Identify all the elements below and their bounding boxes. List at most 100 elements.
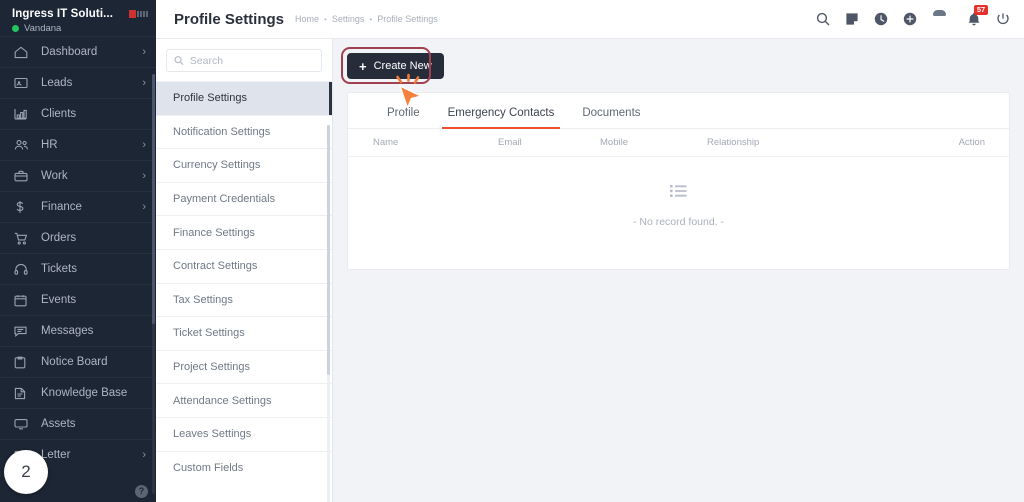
create-new-label: Create New xyxy=(373,60,432,72)
app-root: Ingress IT Soluti... Vandana Dashboard ›… xyxy=(0,0,1024,502)
settings-item-label: Profile Settings xyxy=(173,92,247,105)
sidebar-menu: Dashboard › Leads › Clients HR › Work › … xyxy=(0,36,156,502)
sidebar-item-assets[interactable]: Assets xyxy=(0,408,156,439)
sidebar-user: Vandana xyxy=(12,23,146,34)
breadcrumb-current: Profile Settings xyxy=(377,14,438,24)
tab-documents[interactable]: Documents xyxy=(568,107,654,128)
sidebar-label: Messages xyxy=(41,325,94,337)
sidebar-item-hr[interactable]: HR › xyxy=(0,129,156,160)
column-header-relationship: Relationship xyxy=(707,137,760,148)
plus-circle-icon[interactable] xyxy=(903,12,917,26)
list-icon xyxy=(670,184,687,203)
breadcrumb-settings[interactable]: Settings xyxy=(332,14,365,24)
settings-item-profile-settings[interactable]: Profile Settings xyxy=(156,81,332,115)
monitor-icon xyxy=(14,416,32,432)
clock-icon[interactable] xyxy=(874,12,888,26)
sidebar: Ingress IT Soluti... Vandana Dashboard ›… xyxy=(0,0,156,502)
sidebar-item-tickets[interactable]: Tickets xyxy=(0,253,156,284)
tab-profile[interactable]: Profile xyxy=(373,107,434,128)
settings-item-contract-settings[interactable]: Contract Settings xyxy=(156,248,332,283)
settings-item-label: Custom Fields xyxy=(173,461,244,474)
sidebar-label: Assets xyxy=(41,418,76,430)
avatar[interactable] xyxy=(932,9,952,29)
settings-scrollbar[interactable] xyxy=(327,125,330,502)
settings-item-label: Currency Settings xyxy=(173,159,261,172)
sidebar-label: Dashboard xyxy=(41,46,98,58)
settings-item-finance-settings[interactable]: Finance Settings xyxy=(156,215,332,249)
settings-item-ticket-settings[interactable]: Ticket Settings xyxy=(156,316,332,350)
search-icon[interactable] xyxy=(816,12,830,26)
settings-search-box[interactable] xyxy=(166,49,322,72)
sidebar-label: Events xyxy=(41,294,77,306)
sidebar-item-clients[interactable]: Clients xyxy=(0,98,156,129)
bar-chart-icon xyxy=(14,106,32,122)
tab-label: Profile xyxy=(387,107,420,119)
sidebar-item-orders[interactable]: Orders xyxy=(0,222,156,253)
power-icon[interactable] xyxy=(996,12,1010,26)
settings-item-label: Leaves Settings xyxy=(173,428,252,441)
user-name: Vandana xyxy=(24,23,62,34)
settings-item-notification-settings[interactable]: Notification Settings xyxy=(156,114,332,149)
settings-item-project-settings[interactable]: Project Settings xyxy=(156,349,332,384)
column-header-email: Email xyxy=(498,137,522,148)
settings-item-label: Tax Settings xyxy=(173,293,233,306)
dollar-icon xyxy=(14,199,32,215)
sidebar-label: Tickets xyxy=(41,263,77,275)
sidebar-item-events[interactable]: Events xyxy=(0,284,156,315)
chevron-right-icon: › xyxy=(142,200,146,213)
settings-item-payment-credentials[interactable]: Payment Credentials xyxy=(156,181,332,216)
emergency-contacts-card: Profile Emergency Contacts Documents Nam… xyxy=(347,92,1010,270)
sidebar-label: Orders xyxy=(41,232,77,244)
help-icon[interactable]: ? xyxy=(135,485,148,498)
sidebar-item-notice-board[interactable]: Notice Board xyxy=(0,346,156,377)
breadcrumb-separator: • xyxy=(324,14,327,24)
sidebar-label: Notice Board xyxy=(41,356,108,368)
breadcrumb-home[interactable]: Home xyxy=(295,14,319,24)
settings-item-label: Notification Settings xyxy=(173,125,271,138)
sidebar-item-dashboard[interactable]: Dashboard › xyxy=(0,36,156,67)
sidebar-label: Work xyxy=(41,170,68,182)
tab-label: Documents xyxy=(582,107,641,119)
settings-items: Profile Settings Notification Settings C… xyxy=(156,81,332,502)
chevron-right-icon: › xyxy=(142,76,146,89)
tab-label: Emergency Contacts xyxy=(447,107,555,119)
sidebar-label: Letter xyxy=(41,449,71,461)
top-bar: Profile Settings Home • Settings • Profi… xyxy=(156,0,1024,39)
settings-item-label: Payment Credentials xyxy=(173,193,276,206)
calendar-icon xyxy=(14,292,32,308)
briefcase-icon xyxy=(14,168,32,184)
chevron-right-icon: › xyxy=(142,169,146,182)
sidebar-label: Clients xyxy=(41,108,77,120)
sidebar-item-work[interactable]: Work › xyxy=(0,160,156,191)
document-icon xyxy=(14,385,32,401)
tab-bar: Profile Emergency Contacts Documents xyxy=(348,93,1009,129)
create-new-button[interactable]: + Create New xyxy=(347,53,444,79)
body-area: Profile Settings Notification Settings C… xyxy=(156,39,1024,502)
online-status-dot xyxy=(12,25,19,32)
breadcrumb: Home • Settings • Profile Settings xyxy=(295,14,438,24)
step-number-badge: 2 xyxy=(4,450,48,494)
chevron-right-icon: › xyxy=(142,448,146,461)
settings-scrollbar-thumb[interactable] xyxy=(327,125,330,375)
sidebar-item-messages[interactable]: Messages xyxy=(0,315,156,346)
settings-item-currency-settings[interactable]: Currency Settings xyxy=(156,148,332,182)
main-panel: + Create New Profile Emergency Contacts … xyxy=(333,39,1024,502)
sidebar-header[interactable]: Ingress IT Soluti... Vandana xyxy=(0,0,156,36)
page-title: Profile Settings xyxy=(174,10,285,28)
settings-item-tax-settings[interactable]: Tax Settings xyxy=(156,282,332,317)
note-icon[interactable] xyxy=(845,12,859,26)
tab-emergency-contacts[interactable]: Emergency Contacts xyxy=(434,107,569,129)
sidebar-item-knowledge-base[interactable]: Knowledge Base xyxy=(0,377,156,408)
notification-bell-icon[interactable]: 57 xyxy=(967,4,988,27)
settings-list-panel: Profile Settings Notification Settings C… xyxy=(156,39,333,502)
settings-item-custom-fields[interactable]: Custom Fields xyxy=(156,450,332,485)
sidebar-item-leads[interactable]: Leads › xyxy=(0,67,156,98)
search-input[interactable] xyxy=(189,54,314,67)
table-header-row: Name Email Mobile Relationship Action xyxy=(348,129,1009,157)
sidebar-label: HR xyxy=(41,139,58,151)
sidebar-scrollbar-thumb[interactable] xyxy=(152,74,155,324)
sidebar-item-finance[interactable]: Finance › xyxy=(0,191,156,222)
settings-item-leaves-settings[interactable]: Leaves Settings xyxy=(156,416,332,451)
settings-item-attendance-settings[interactable]: Attendance Settings xyxy=(156,383,332,417)
sidebar-scrollbar[interactable] xyxy=(152,74,155,494)
